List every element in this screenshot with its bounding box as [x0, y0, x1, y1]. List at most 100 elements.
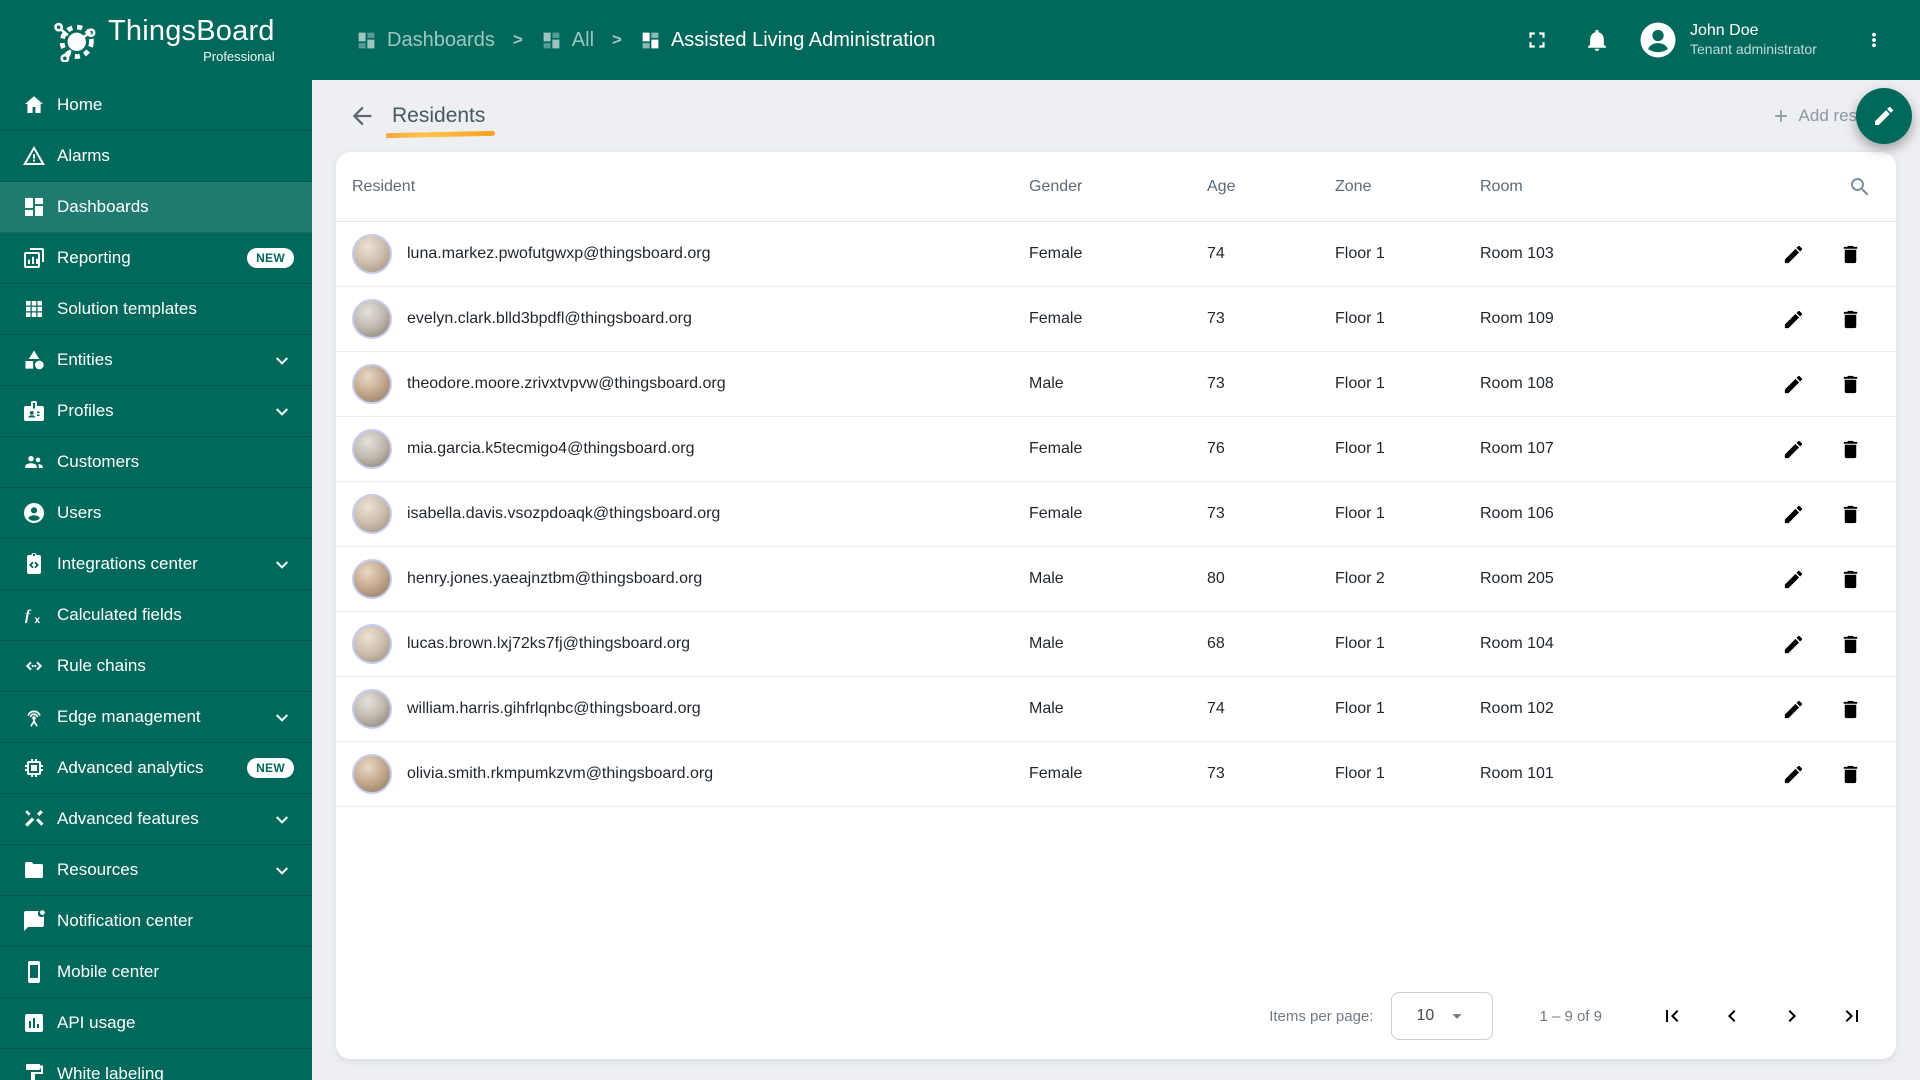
sidebar-item-resources[interactable]: Resources: [0, 845, 312, 896]
column-header-gender[interactable]: Gender: [1029, 178, 1207, 196]
sidebar-item-white-labeling[interactable]: White labeling: [0, 1049, 312, 1080]
sidebar-item-advanced-analytics[interactable]: Advanced analytics NEW: [0, 743, 312, 794]
sidebar-item-rule-chains[interactable]: Rule chains: [0, 641, 312, 692]
zone-cell: Floor 1: [1335, 700, 1385, 717]
delete-resident-button[interactable]: [1839, 373, 1862, 396]
sidebar-item-calculated-fields[interactable]: fx Calculated fields: [0, 590, 312, 641]
more-menu-button[interactable]: [1862, 28, 1886, 52]
search-icon[interactable]: [1848, 175, 1872, 199]
delete-resident-button[interactable]: [1839, 698, 1862, 721]
edit-resident-button[interactable]: [1782, 698, 1805, 721]
sidebar-item-mobile-center[interactable]: Mobile center: [0, 947, 312, 998]
table-row[interactable]: william.harris.gihfrlqnbc@thingsboard.or…: [336, 677, 1896, 742]
edit-resident-button[interactable]: [1782, 438, 1805, 461]
gender-cell: Male: [1029, 570, 1064, 587]
table-row[interactable]: evelyn.clark.blld3bpdfl@thingsboard.org …: [336, 287, 1896, 352]
sidebar-item-advanced-features[interactable]: Advanced features: [0, 794, 312, 845]
integrations-center-icon: [22, 552, 46, 576]
edit-resident-button[interactable]: [1782, 243, 1805, 266]
table-row[interactable]: theodore.moore.zrivxtvpvw@thingsboard.or…: [336, 352, 1896, 417]
edit-resident-button[interactable]: [1782, 568, 1805, 591]
sidebar-item-reporting[interactable]: Reporting NEW: [0, 233, 312, 284]
new-badge: NEW: [247, 758, 294, 778]
residents-table-card: Resident Gender Age Zone Room luna.marke…: [336, 152, 1896, 1059]
delete-resident-button[interactable]: [1839, 308, 1862, 331]
resident-avatar: [352, 624, 392, 664]
sidebar-item-entities[interactable]: Entities: [0, 335, 312, 386]
age-cell: 73: [1207, 505, 1225, 522]
sidebar-item-api-usage[interactable]: API usage: [0, 998, 312, 1049]
sidebar-item-profiles[interactable]: Profiles: [0, 386, 312, 437]
edit-resident-button[interactable]: [1782, 503, 1805, 526]
delete-resident-button[interactable]: [1839, 503, 1862, 526]
title-underline: [385, 130, 496, 139]
delete-resident-button[interactable]: [1839, 633, 1862, 656]
resident-email: olivia.smith.rkmpumkzvm@thingsboard.org: [407, 765, 714, 782]
resident-email: mia.garcia.k5tecmigo4@thingsboard.org: [407, 440, 695, 457]
users-icon: [22, 501, 46, 525]
sidebar-item-users[interactable]: Users: [0, 488, 312, 539]
user-avatar[interactable]: [1638, 20, 1678, 60]
edit-resident-button[interactable]: [1782, 373, 1805, 396]
edit-resident-button[interactable]: [1782, 308, 1805, 331]
resident-email: evelyn.clark.blld3bpdfl@thingsboard.org: [407, 310, 692, 327]
notifications-button[interactable]: [1584, 27, 1610, 53]
table-row[interactable]: lucas.brown.lxj72ks7fj@thingsboard.org M…: [336, 612, 1896, 677]
sidebar-item-solution-templates[interactable]: Solution templates: [0, 284, 312, 335]
sidebar-item-integrations-center[interactable]: Integrations center: [0, 539, 312, 590]
sidebar-item-alarms[interactable]: Alarms: [0, 131, 312, 182]
last-page-button[interactable]: [1840, 1004, 1864, 1028]
table-row[interactable]: isabella.davis.vsozpdoaqk@thingsboard.or…: [336, 482, 1896, 547]
gender-cell: Female: [1029, 765, 1083, 782]
edit-dashboard-fab[interactable]: [1856, 88, 1912, 144]
breadcrumb: Dashboards > All > Assisted Living Admin…: [356, 29, 936, 52]
logo-subtitle: Professional: [203, 49, 275, 64]
page-range-label: 1 – 9 of 9: [1539, 1007, 1602, 1025]
page-title-row: Residents Add resident: [312, 80, 1920, 152]
sidebar-item-label: Resources: [57, 860, 139, 879]
table-row[interactable]: henry.jones.yaeajnztbm@thingsboard.org M…: [336, 547, 1896, 612]
previous-page-button[interactable]: [1720, 1004, 1744, 1028]
sidebar-item-customers[interactable]: Customers: [0, 437, 312, 488]
delete-resident-button[interactable]: [1839, 243, 1862, 266]
delete-resident-button[interactable]: [1839, 438, 1862, 461]
caret-down-icon: [1446, 1005, 1468, 1027]
sidebar-item-dashboards[interactable]: Dashboards: [0, 182, 312, 233]
chevron-down-icon: [270, 348, 294, 372]
resident-avatar: [352, 689, 392, 729]
first-page-button[interactable]: [1660, 1004, 1684, 1028]
age-cell: 74: [1207, 245, 1225, 262]
sidebar-item-notification-center[interactable]: Notification center: [0, 896, 312, 947]
delete-resident-button[interactable]: [1839, 763, 1862, 786]
column-header-room[interactable]: Room: [1480, 178, 1710, 196]
sidebar-item-home[interactable]: Home: [0, 80, 312, 131]
edit-resident-button[interactable]: [1782, 633, 1805, 656]
page-size-select[interactable]: 10: [1391, 992, 1494, 1040]
breadcrumb-dashboards[interactable]: Dashboards: [356, 29, 495, 52]
delete-resident-button[interactable]: [1839, 568, 1862, 591]
main-content: Residents Add resident Resident Gender A…: [312, 80, 1920, 1080]
fullscreen-button[interactable]: [1524, 27, 1550, 53]
resident-avatar: [352, 299, 392, 339]
column-header-age[interactable]: Age: [1207, 178, 1335, 196]
resident-avatar: [352, 559, 392, 599]
table-row[interactable]: olivia.smith.rkmpumkzvm@thingsboard.org …: [336, 742, 1896, 807]
next-page-button[interactable]: [1780, 1004, 1804, 1028]
back-button[interactable]: [348, 102, 376, 130]
column-header-resident[interactable]: Resident: [352, 178, 1029, 196]
thingsboard-logo[interactable]: ThingsBoard Professional: [0, 17, 312, 63]
table-row[interactable]: mia.garcia.k5tecmigo4@thingsboard.org Fe…: [336, 417, 1896, 482]
breadcrumb-current-dashboard[interactable]: Assisted Living Administration: [640, 29, 936, 52]
column-header-zone[interactable]: Zone: [1335, 178, 1480, 196]
resident-avatar: [352, 234, 392, 274]
sidebar-item-label: Calculated fields: [57, 605, 182, 624]
user-info[interactable]: John Doe Tenant administrator: [1690, 21, 1840, 59]
breadcrumb-all[interactable]: All: [541, 29, 594, 52]
edit-resident-button[interactable]: [1782, 763, 1805, 786]
table-row[interactable]: luna.markez.pwofutgwxp@thingsboard.org F…: [336, 222, 1896, 287]
resident-avatar: [352, 754, 392, 794]
notification-center-icon: [22, 909, 46, 933]
sidebar-item-edge-management[interactable]: Edge management: [0, 692, 312, 743]
age-cell: 73: [1207, 310, 1225, 327]
breadcrumb-label: All: [571, 28, 595, 51]
